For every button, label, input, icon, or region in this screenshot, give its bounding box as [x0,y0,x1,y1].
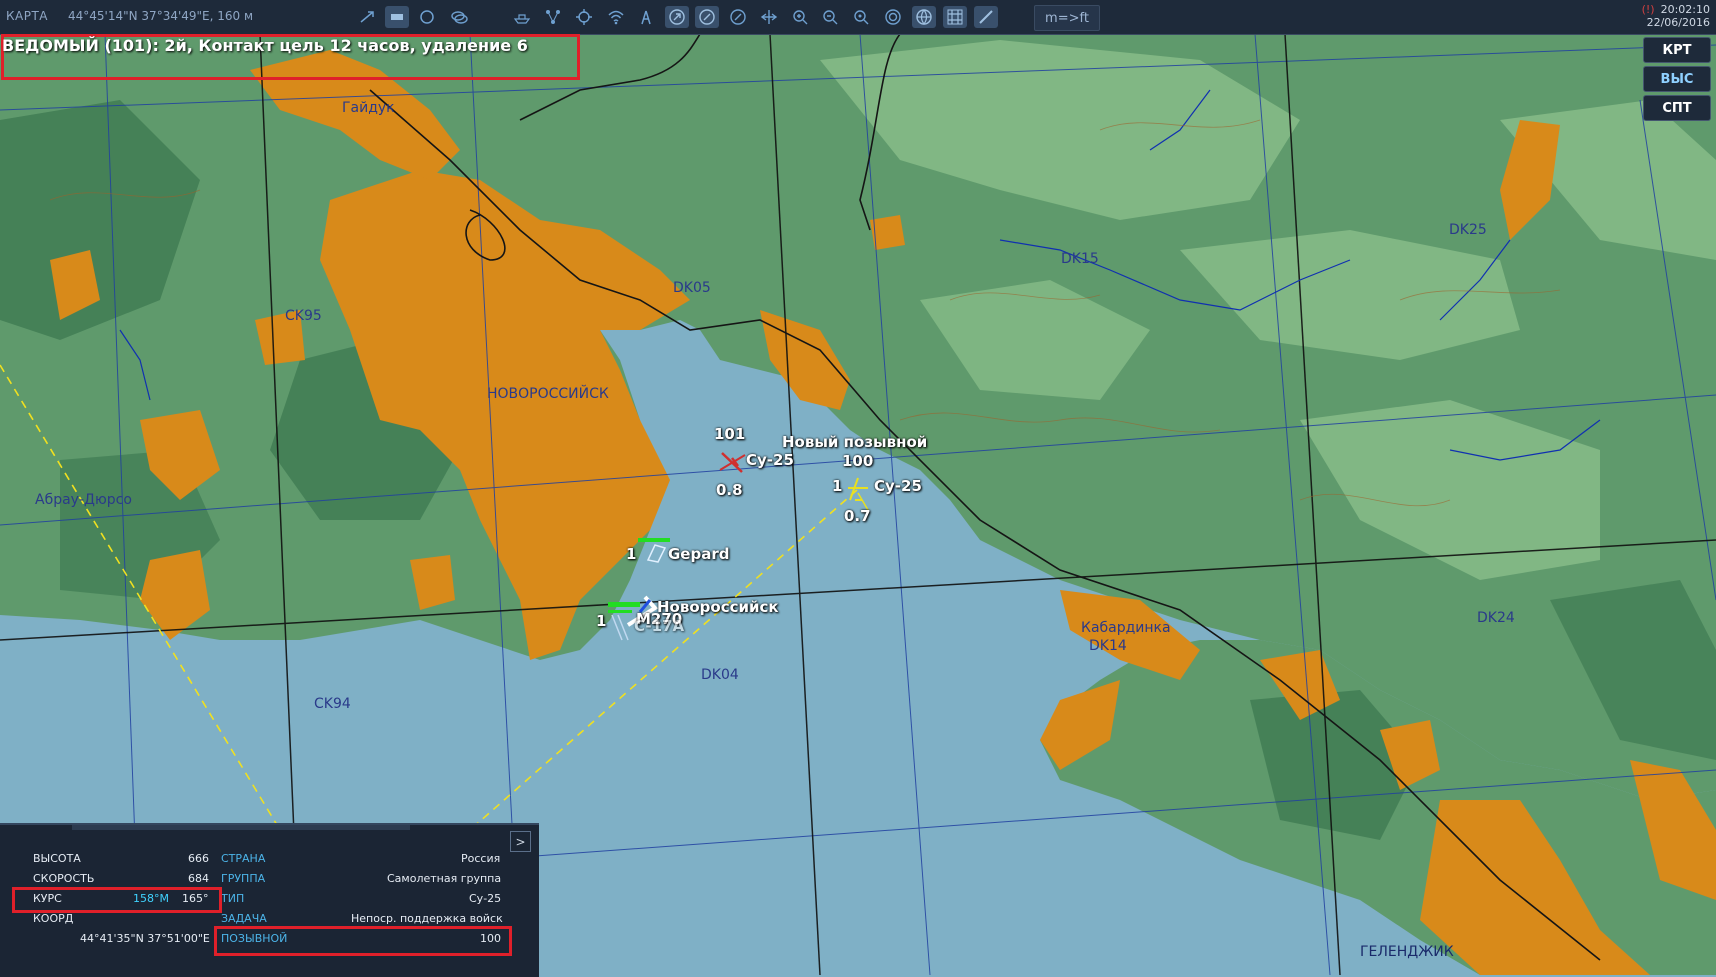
place-label: DK24 [1477,610,1515,626]
place-label: ГЕЛЕНДЖИК [1360,944,1454,960]
heading-highlight-box [12,887,222,913]
task-value: Непоср. поддержка войск [351,912,503,925]
network-icon[interactable] [541,6,565,28]
aircraft-filter-2-icon[interactable] [695,6,719,28]
layers-icon[interactable] [447,6,471,28]
place-label: DK15 [1061,251,1099,267]
place-label: НОВОРОССИЙСК [487,386,609,402]
unit-su25-101-type[interactable]: Су-25 [746,451,794,469]
unit-su25-100-number[interactable]: 100 [842,452,873,470]
unit-su25-100-distance: 0.7 [844,507,871,525]
map-button-krt[interactable]: КРТ [1643,37,1711,63]
type-label: ТИП [221,892,245,905]
zoom-in-icon[interactable] [788,6,812,28]
radar-icon[interactable] [881,6,905,28]
place-label: CK94 [314,696,351,712]
cursor-coords: 44°45'14"N 37°34'49"E, 160 м [68,9,254,23]
map-mode-icon[interactable] [385,6,409,28]
ship-icon[interactable] [510,6,534,28]
map-button-spt[interactable]: СПТ [1643,95,1711,121]
collapse-panel-button[interactable]: > [510,831,531,852]
place-label: Кабардинка [1081,620,1171,636]
radio-message: ВЕДОМЫЙ (101): 2й, Контакт цель 12 часов… [2,36,528,55]
unit-su25-101-number[interactable]: 101 [714,425,745,443]
wifi-icon[interactable] [604,6,628,28]
unit-m270-count: 1 [596,612,607,630]
speed-label: СКОРОСТЬ [33,872,95,885]
type-value: Су-25 [469,892,502,905]
country-value: Россия [461,852,501,865]
place-label: CK95 [285,308,322,324]
zoom-fit-icon[interactable] [849,6,873,28]
place-label: Гайдук [342,100,395,116]
country-label: СТРАНА [221,852,266,865]
grid-icon[interactable] [943,6,967,28]
place-label: DK25 [1449,222,1487,238]
move-icon[interactable] [757,6,781,28]
altitude-label: ВЫСОТА [33,852,81,865]
task-label: ЗАДАЧА [221,912,267,925]
date-display: 22/06/2016 [1646,16,1710,29]
unit-su25-100-type[interactable]: Су-25 [874,477,922,495]
time-display: 20:02:10 [1660,3,1710,16]
panel-header-bar [72,825,410,830]
unit-su25-100-count: 1 [832,477,843,495]
top-toolbar: КАРТА 44°45'14"N 37°34'49"E, 160 м m=>ft… [0,0,1716,35]
radio-tower-icon[interactable] [634,6,658,28]
unit-gepard-count: 1 [626,545,637,563]
clock: (!) 20:02:10 22/06/2016 [1642,3,1710,29]
group-label: ГРУППА [221,872,266,885]
coord-label: КООРД [33,912,74,925]
unit-gepard-name[interactable]: Gepard [668,545,729,563]
place-label: Абрау-Дюрсо [35,492,132,508]
aircraft-filter-icon[interactable] [665,6,689,28]
unit-su25-100-callsign[interactable]: Новый позывной [782,433,927,451]
target-icon[interactable] [572,6,596,28]
group-value: Самолетная группа [387,872,502,885]
place-label: DK04 [701,667,739,683]
zoom-out-icon[interactable] [818,6,842,28]
coord-value: 44°41'35"N 37°51'00"E [80,932,210,945]
map-title: КАРТА [6,9,49,23]
callsign-highlight-box [214,926,512,956]
flight-path-icon[interactable] [355,6,379,28]
ruler-icon[interactable] [974,6,998,28]
map-button-vys[interactable]: ВЫС [1643,66,1711,92]
place-label: DK14 [1089,638,1127,654]
globe-icon[interactable] [912,6,936,28]
speed-value: 684 [188,872,209,885]
aircraft-filter-3-icon[interactable] [726,6,750,28]
unit-su25-101-distance: 0.8 [716,481,743,499]
units-toggle-button[interactable]: m=>ft [1034,5,1100,31]
altitude-value: 666 [188,852,209,865]
warning-indicator[interactable]: (!) [1642,3,1655,16]
circle-icon[interactable] [415,6,439,28]
unit-c17-name[interactable]: C-17A [634,617,684,635]
place-label: DK05 [673,280,711,296]
